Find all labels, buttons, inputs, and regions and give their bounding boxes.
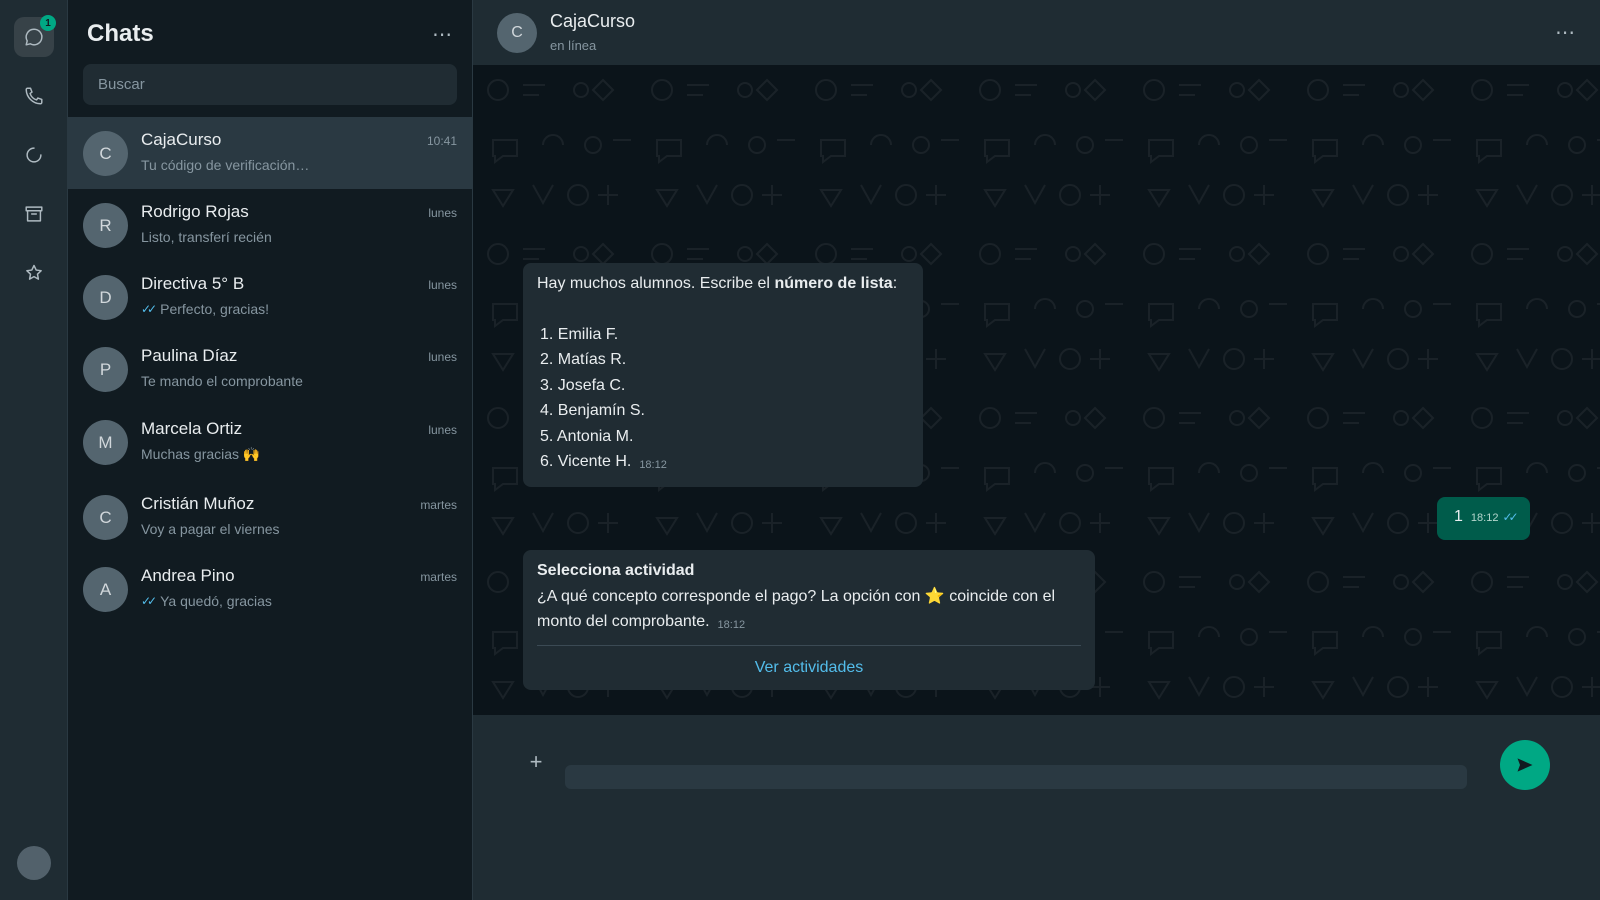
star-emoji-icon: ⭐ bbox=[924, 587, 945, 605]
chat-icon bbox=[25, 28, 43, 46]
unread-badge: 1 bbox=[40, 15, 56, 31]
preview-text: Muchas gracias 🙌 bbox=[141, 446, 261, 462]
preview-text: Perfecto, gracias! bbox=[160, 301, 270, 317]
contact-name[interactable]: CajaCurso bbox=[550, 11, 635, 32]
activity-title: Selecciona actividad bbox=[537, 562, 695, 579]
chat-preview: Listo, transferí recién bbox=[141, 229, 272, 245]
outgoing-message[interactable]: 1 18:12 ✓✓ bbox=[1437, 497, 1530, 540]
avatar: R bbox=[83, 203, 128, 248]
list-item: 3. Josefa C. bbox=[540, 376, 626, 394]
chat-name: Rodrigo Rojas bbox=[141, 202, 249, 221]
chat-name: CajaCurso bbox=[141, 130, 222, 149]
body-text: ¿A qué concepto corresponde el pago? La … bbox=[537, 587, 925, 605]
chats-nav-button[interactable]: 1 bbox=[14, 15, 56, 57]
composer: + bbox=[473, 715, 1600, 900]
status-icon bbox=[26, 147, 42, 163]
archive-icon bbox=[25, 206, 43, 222]
list-menu-icon[interactable]: ⋯ bbox=[432, 22, 453, 47]
message-time: 18:12 bbox=[1470, 512, 1499, 524]
chat-time: martes bbox=[420, 498, 457, 512]
contact-avatar[interactable]: C bbox=[497, 13, 537, 53]
chat-time: lunes bbox=[428, 423, 457, 437]
preview-text: Listo, transferí recién bbox=[141, 229, 272, 245]
preview-text: Ya quedó, gracias bbox=[160, 593, 272, 609]
starred-nav-button[interactable] bbox=[14, 253, 54, 293]
chat-time: lunes bbox=[428, 350, 457, 364]
profile-avatar[interactable] bbox=[17, 846, 51, 880]
message-area[interactable]: Hay muchos alumnos. Escribe el número de… bbox=[473, 65, 1600, 715]
chat-preview: Tu código de verificación… bbox=[141, 157, 309, 173]
calls-nav-button[interactable] bbox=[14, 76, 54, 116]
preview-text: Voy a pagar el viernes bbox=[141, 521, 280, 537]
list-item: 1. Emilia F. bbox=[540, 325, 619, 343]
message-time: 18:12 bbox=[639, 459, 667, 471]
list-item-last: 6. Vicente H. 18:12 bbox=[540, 449, 909, 479]
search-input[interactable] bbox=[83, 64, 457, 105]
double-check-icon: ✓✓ bbox=[1502, 510, 1518, 524]
conversation-header[interactable]: C CajaCurso en línea ⋯ bbox=[473, 0, 1600, 65]
status-nav-button[interactable] bbox=[14, 135, 54, 175]
chat-preview: Muchas gracias 🙌 bbox=[141, 446, 260, 463]
nav-rail: 1 bbox=[0, 0, 68, 900]
message-text: 1 bbox=[1454, 508, 1463, 525]
chat-list-panel: Chats ⋯ C CajaCurso 10:41 Tu código de v… bbox=[68, 0, 473, 900]
chat-time: lunes bbox=[428, 278, 457, 292]
chat-time: martes bbox=[420, 570, 457, 584]
chat-preview: ✓✓ Ya quedó, gracias bbox=[141, 593, 272, 609]
message-time: 18:12 bbox=[717, 619, 746, 631]
avatar: M bbox=[83, 420, 128, 465]
star-icon bbox=[26, 264, 42, 280]
chat-time: 10:41 bbox=[426, 134, 457, 148]
list-item: 4. Benjamín S. bbox=[540, 402, 645, 419]
chat-name: Paulina Díaz bbox=[141, 346, 238, 365]
avatar: P bbox=[83, 347, 128, 392]
chat-row[interactable]: M Marcela Ortiz lunes Muchas gracias 🙌 bbox=[68, 406, 472, 478]
chat-row[interactable]: C Cristián Muñoz martes Voy a pagar el v… bbox=[68, 481, 472, 553]
chat-preview: Te mando el comprobante bbox=[141, 373, 303, 389]
chats-title: Chats bbox=[87, 20, 154, 47]
conversation-panel: C CajaCurso en línea ⋯ Hay muchos alumno… bbox=[473, 0, 1600, 900]
activity-message[interactable]: Selecciona actividad ¿A qué concepto cor… bbox=[523, 550, 1095, 690]
avatar: A bbox=[83, 567, 128, 612]
chat-row[interactable]: D Directiva 5° B lunes ✓✓ Perfecto, graci… bbox=[68, 261, 472, 333]
student-list: 1. Emilia F. 2. Matías R. 3. Josefa C. 4… bbox=[537, 322, 909, 479]
chat-name: Marcela Ortiz bbox=[141, 419, 243, 438]
message-input[interactable] bbox=[565, 765, 1467, 789]
double-check-icon: ✓✓ bbox=[141, 594, 157, 608]
chat-row[interactable]: P Paulina Díaz lunes Te mando el comprob… bbox=[68, 333, 472, 405]
attach-plus-icon[interactable]: + bbox=[521, 747, 551, 777]
avatar: D bbox=[83, 275, 128, 320]
contact-status: en línea bbox=[550, 38, 597, 53]
chat-row[interactable]: C CajaCurso 10:41 Tu código de verificac… bbox=[68, 117, 472, 189]
intro-text: Hay muchos alumnos. Escribe el bbox=[537, 275, 775, 292]
archive-nav-button[interactable] bbox=[14, 194, 54, 234]
chat-time: lunes bbox=[428, 206, 457, 220]
chat-row[interactable]: R Rodrigo Rojas lunes Listo, transferí r… bbox=[68, 189, 472, 261]
list-item: 5. Antonia M. bbox=[540, 427, 634, 445]
list-item-text: 6. Vicente H. bbox=[540, 453, 632, 470]
chat-row[interactable]: A Andrea Pino martes ✓✓ Ya quedó, gracias bbox=[68, 553, 472, 625]
activity-body: ¿A qué concepto corresponde el pago? La … bbox=[537, 584, 1081, 639]
avatar: C bbox=[83, 131, 128, 176]
chat-preview: Voy a pagar el viernes bbox=[141, 521, 280, 537]
avatar: C bbox=[83, 495, 128, 540]
chat-name: Andrea Pino bbox=[141, 566, 235, 585]
send-icon bbox=[1517, 758, 1533, 772]
list-item: 2. Matías R. bbox=[540, 351, 627, 368]
conversation-menu-icon[interactable]: ⋯ bbox=[1555, 20, 1576, 45]
send-button[interactable] bbox=[1500, 740, 1550, 790]
incoming-message[interactable]: Hay muchos alumnos. Escribe el número de… bbox=[523, 263, 923, 487]
phone-icon bbox=[25, 87, 43, 105]
preview-text: Te mando el comprobante bbox=[141, 373, 303, 389]
double-check-icon: ✓✓ bbox=[141, 302, 157, 316]
message-intro: Hay muchos alumnos. Escribe el número de… bbox=[537, 271, 909, 297]
intro-bold: número de lista bbox=[774, 275, 893, 292]
chat-name: Cristián Muñoz bbox=[141, 494, 255, 513]
preview-text: Tu código de verificación… bbox=[141, 157, 310, 173]
intro-end: : bbox=[892, 275, 898, 292]
view-activities-button[interactable]: Ver actividades bbox=[537, 646, 1081, 690]
chat-name: Directiva 5° B bbox=[141, 274, 245, 293]
chat-preview: ✓✓ Perfecto, gracias! bbox=[141, 301, 269, 317]
